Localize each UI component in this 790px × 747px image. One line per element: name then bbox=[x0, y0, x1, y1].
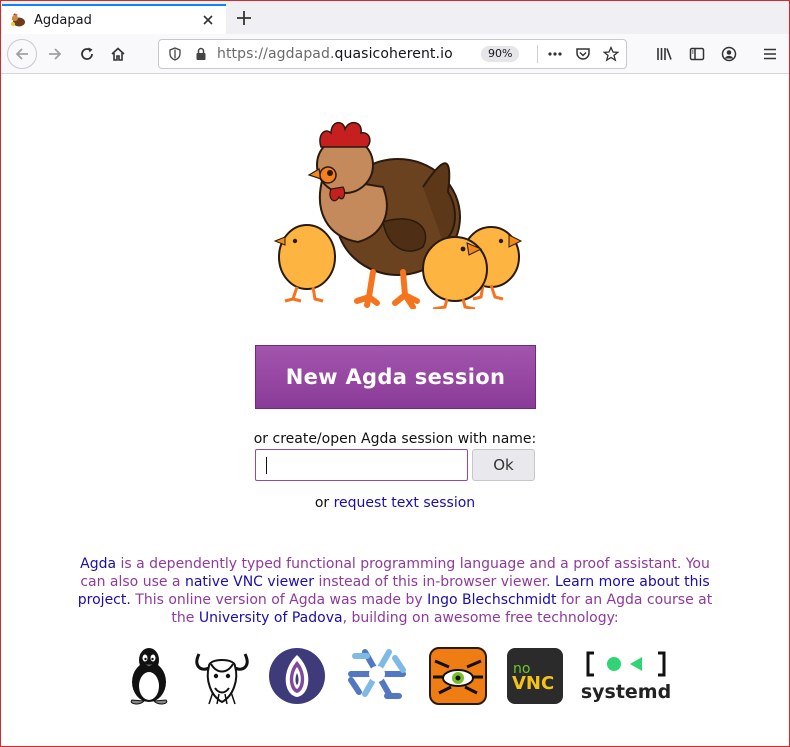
project-description: Agda is a dependently typed functional p… bbox=[67, 555, 723, 627]
url-domain: quasicoherent.io bbox=[334, 46, 453, 62]
ingo-blechschmidt-link[interactable]: Ingo Blechschmidt bbox=[427, 592, 556, 608]
tab-title: Agdapad bbox=[34, 12, 92, 28]
agda-link[interactable]: Agda bbox=[80, 556, 116, 572]
new-agda-session-button[interactable]: New Agda session bbox=[255, 345, 536, 409]
tab-agdapad[interactable]: Agdapad bbox=[2, 4, 226, 34]
session-name-input[interactable] bbox=[255, 449, 468, 481]
hen-and-chicks-illustration bbox=[273, 117, 523, 311]
forward-arrow-icon[interactable] bbox=[41, 40, 69, 68]
sidebar-icon[interactable] bbox=[683, 40, 711, 68]
menu-icon[interactable] bbox=[756, 40, 784, 68]
new-tab-plus-icon[interactable] bbox=[233, 7, 255, 29]
systemd-logo[interactable]: systemd bbox=[580, 645, 672, 707]
native-vnc-viewer-link[interactable]: native VNC viewer bbox=[185, 574, 314, 590]
pocket-icon[interactable] bbox=[573, 44, 593, 64]
tor-onion-icon[interactable] bbox=[268, 645, 326, 707]
description-text-5: , building on awesome free technology: bbox=[342, 610, 619, 626]
request-text-session-line: or request text session bbox=[1, 495, 789, 511]
nixos-snowflake-icon[interactable] bbox=[344, 645, 410, 707]
tigervnc-icon[interactable] bbox=[429, 645, 487, 707]
library-icon[interactable] bbox=[651, 40, 679, 68]
ok-button[interactable]: Ok bbox=[472, 449, 535, 481]
text-caret bbox=[266, 457, 267, 474]
systemd-wordmark: systemd bbox=[580, 681, 672, 703]
url-separator bbox=[537, 45, 538, 63]
url-prefix: https://agdapad. bbox=[217, 46, 335, 62]
novnc-logo[interactable]: no VNC bbox=[506, 645, 564, 707]
novnc-vnc-text: VNC bbox=[512, 673, 554, 694]
hen-favicon-icon bbox=[10, 12, 26, 28]
home-icon[interactable] bbox=[104, 40, 132, 68]
url-text: https://agdapad.quasicoherent.io bbox=[217, 46, 453, 62]
address-bar[interactable]: https://agdapad.quasicoherent.io 90% bbox=[158, 39, 627, 69]
star-icon[interactable] bbox=[601, 44, 621, 64]
back-arrow-icon[interactable] bbox=[7, 39, 37, 69]
navigation-toolbar: https://agdapad.quasicoherent.io 90% bbox=[1, 34, 789, 74]
university-of-padova-link[interactable]: University of Padova bbox=[199, 610, 343, 626]
shield-icon[interactable] bbox=[165, 44, 185, 64]
description-text-2: instead of this in-browser viewer. bbox=[314, 574, 555, 590]
description-text-3: This online version of Agda was made by bbox=[130, 592, 428, 608]
page-content: New Agda session or create/open Agda ses… bbox=[1, 75, 789, 745]
linux-tux-icon[interactable] bbox=[125, 645, 173, 707]
tab-strip: Agdapad bbox=[1, 1, 789, 34]
request-text-session-link[interactable]: request text session bbox=[334, 495, 476, 511]
more-icon[interactable] bbox=[545, 44, 565, 64]
close-tab-icon[interactable] bbox=[198, 10, 218, 30]
zoom-level-badge[interactable]: 90% bbox=[481, 46, 520, 62]
lock-icon[interactable] bbox=[191, 44, 211, 64]
gnu-icon[interactable] bbox=[190, 645, 254, 707]
reload-icon[interactable] bbox=[73, 40, 101, 68]
account-icon[interactable] bbox=[715, 40, 743, 68]
create-session-prompt: or create/open Agda session with name: bbox=[253, 431, 537, 447]
technology-logos: no VNC systemd bbox=[1, 645, 789, 715]
or-label: or bbox=[314, 495, 330, 511]
